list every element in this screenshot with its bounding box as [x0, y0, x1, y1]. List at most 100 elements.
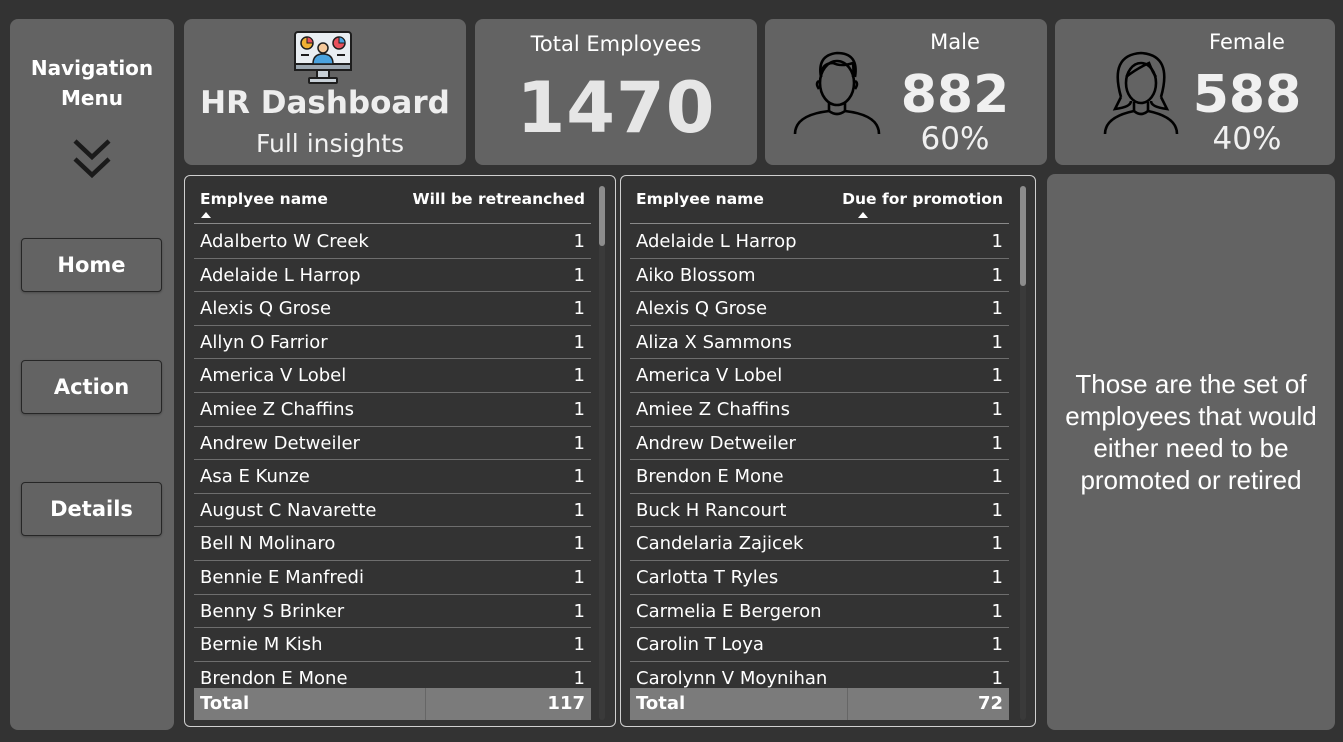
- details-button[interactable]: Details: [21, 482, 162, 536]
- value-cell: 1: [991, 331, 1003, 353]
- female-person-icon: [1103, 51, 1179, 135]
- employee-name-cell: Aliza X Sammons: [636, 331, 792, 353]
- table-row[interactable]: Aliza X Sammons 1: [630, 326, 1009, 360]
- sort-ascending-icon[interactable]: [201, 212, 211, 218]
- table-row[interactable]: Allyn O Farrior 1: [194, 326, 591, 360]
- total-employees-value: 1470: [516, 67, 716, 149]
- table-row[interactable]: Bernie M Kish 1: [194, 628, 591, 662]
- info-line: promoted or retired: [1080, 465, 1302, 495]
- employee-name-cell: Aiko Blossom: [636, 264, 756, 286]
- table-row[interactable]: Asa E Kunze 1: [194, 460, 591, 494]
- scrollbar[interactable]: [599, 186, 605, 720]
- table-row[interactable]: Bennie E Manfredi 1: [194, 561, 591, 595]
- total-value: 117: [547, 693, 585, 714]
- value-cell: 1: [991, 264, 1003, 286]
- value-cell: 1: [991, 499, 1003, 521]
- table-row[interactable]: America V Lobel 1: [630, 359, 1009, 393]
- column-header-name[interactable]: Emplyee name: [636, 190, 764, 208]
- value-cell: 1: [991, 634, 1003, 656]
- value-cell: 1: [573, 231, 585, 252]
- employee-name-cell: Alexis Q Grose: [636, 298, 768, 320]
- value-cell: 1: [573, 499, 585, 521]
- value-cell: 1: [991, 600, 1003, 622]
- value-cell: 1: [573, 365, 585, 387]
- info-line: either need to be: [1093, 433, 1289, 463]
- table-row[interactable]: Carolin T Loya 1: [630, 628, 1009, 662]
- employee-name-cell: Carlotta T Ryles: [636, 566, 779, 588]
- value-cell: 1: [991, 432, 1003, 454]
- employee-name-cell: Allyn O Farrior: [200, 331, 328, 353]
- table-row[interactable]: Bell N Molinaro 1: [194, 527, 591, 561]
- value-cell: 1: [573, 634, 585, 656]
- employee-name-cell: Asa E Kunze: [200, 466, 310, 488]
- promotion-table[interactable]: Emplyee name Due for promotion Adelaide …: [620, 175, 1036, 727]
- scroll-thumb[interactable]: [599, 186, 605, 246]
- table-row[interactable]: Carolynn V Moynihan 1: [630, 662, 1009, 689]
- info-line: Those are the set of: [1075, 369, 1307, 399]
- female-label: Female: [1209, 30, 1285, 54]
- column-header-retrench[interactable]: Will be retreanched: [413, 190, 585, 208]
- table-row[interactable]: Buck H Rancourt 1: [630, 494, 1009, 528]
- table-row[interactable]: August C Navarette 1: [194, 494, 591, 528]
- table-row[interactable]: Andrew Detweiler 1: [194, 427, 591, 461]
- column-header-name[interactable]: Emplyee name: [200, 190, 328, 208]
- total-employees-label: Total Employees: [530, 32, 702, 56]
- value-cell: 1: [991, 231, 1003, 252]
- table-row[interactable]: Candelaria Zajicek 1: [630, 527, 1009, 561]
- table-body[interactable]: Adalberto W Creek 1 Adelaide L Harrop 1 Alex…: [194, 225, 591, 689]
- info-text: Those are the set of employees that woul…: [1047, 368, 1335, 496]
- employee-name-cell: America V Lobel: [200, 365, 347, 387]
- employee-name-cell: Adelaide L Harrop: [636, 231, 797, 252]
- total-value: 72: [977, 693, 1003, 714]
- total-employees-card: Total Employees 1470: [475, 19, 757, 165]
- monitor-analytics-icon: [294, 31, 352, 84]
- table-row[interactable]: Aiko Blossom 1: [630, 259, 1009, 293]
- table-row[interactable]: Amiee Z Chaffins 1: [194, 393, 591, 427]
- female-percent: 40%: [1212, 121, 1282, 157]
- table-row[interactable]: Carmelia E Bergeron 1: [630, 595, 1009, 629]
- total-label: Total: [200, 693, 250, 714]
- table-row[interactable]: Carlotta T Ryles 1: [630, 561, 1009, 595]
- employee-name-cell: America V Lobel: [636, 365, 783, 387]
- sort-ascending-icon[interactable]: [858, 212, 868, 218]
- employee-name-cell: Adalberto W Creek: [200, 231, 369, 252]
- column-header-promotion[interactable]: Due for promotion: [842, 190, 1003, 208]
- employee-name-cell: Bernie M Kish: [200, 634, 323, 656]
- scroll-thumb[interactable]: [1020, 186, 1026, 286]
- employee-name-cell: Bennie E Manfredi: [200, 566, 364, 588]
- table-body[interactable]: Adelaide L Harrop 1 Aiko Blossom 1 Alexis Q …: [630, 225, 1009, 689]
- table-total-row: Total 117: [194, 688, 591, 720]
- value-cell: 1: [573, 298, 585, 320]
- scrollbar[interactable]: [1020, 186, 1026, 720]
- table-row[interactable]: Brendon E Mone 1: [630, 460, 1009, 494]
- navigation-title-line1: Navigation: [30, 56, 154, 80]
- value-cell: 1: [573, 533, 585, 555]
- employee-name-cell: Andrew Detweiler: [636, 432, 796, 454]
- male-count: 882: [900, 65, 1010, 125]
- employee-name-cell: Bell N Molinaro: [200, 533, 336, 555]
- home-button[interactable]: Home: [21, 238, 162, 292]
- page-title: HR Dashboard: [200, 85, 450, 121]
- table-row[interactable]: Adelaide L Harrop 1: [630, 225, 1009, 259]
- table-row[interactable]: Andrew Detweiler 1: [630, 427, 1009, 461]
- employee-name-cell: Brendon E Mone: [636, 466, 784, 488]
- navigation-panel: Navigation Menu Home Action Details: [10, 19, 174, 730]
- table-row[interactable]: Alexis Q Grose 1: [194, 292, 591, 326]
- table-row[interactable]: Adalberto W Creek 1: [194, 225, 591, 259]
- employee-name-cell: August C Navarette: [200, 499, 377, 521]
- retrench-table[interactable]: Emplyee name Will be retreanched Adalber…: [184, 175, 616, 727]
- value-cell: 1: [991, 298, 1003, 320]
- table-row[interactable]: Benny S Brinker 1: [194, 595, 591, 629]
- table-row[interactable]: Amiee Z Chaffins 1: [630, 393, 1009, 427]
- table-header: Emplyee name Will be retreanched: [194, 186, 591, 224]
- value-cell: 1: [991, 533, 1003, 555]
- column-divider: [847, 688, 848, 720]
- value-cell: 1: [991, 566, 1003, 588]
- table-row[interactable]: Alexis Q Grose 1: [630, 292, 1009, 326]
- value-cell: 1: [991, 667, 1003, 689]
- table-row[interactable]: Brendon E Mone 1: [194, 662, 591, 689]
- table-row[interactable]: America V Lobel 1: [194, 359, 591, 393]
- value-cell: 1: [573, 600, 585, 622]
- table-row[interactable]: Adelaide L Harrop 1: [194, 259, 591, 293]
- action-button[interactable]: Action: [21, 360, 162, 414]
